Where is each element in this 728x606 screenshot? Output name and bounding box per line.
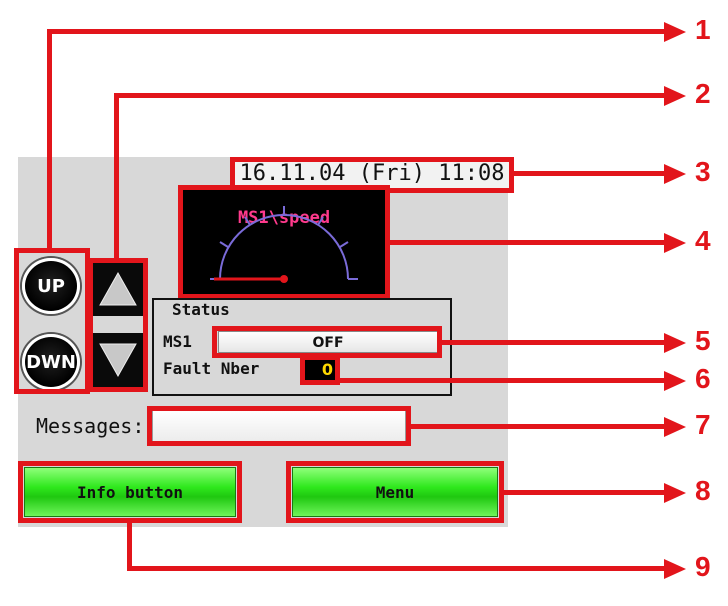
callout-number-1: 1 xyxy=(695,14,711,45)
callout-box-1 xyxy=(14,248,90,394)
fault-number-label: Fault Nber xyxy=(163,359,260,378)
arrow-head-7-icon xyxy=(664,417,686,437)
callout-box-5 xyxy=(212,326,442,358)
callout-box-8 xyxy=(286,461,504,523)
callout-number-6: 6 xyxy=(695,363,711,394)
callout-number-2: 2 xyxy=(695,78,711,109)
callout-line-2-vertical xyxy=(114,93,119,260)
callout-box-6 xyxy=(300,355,340,385)
arrow-head-6-icon xyxy=(664,371,686,391)
messages-label: Messages: xyxy=(36,414,145,438)
callout-box-7 xyxy=(147,406,411,446)
status-title: Status xyxy=(172,300,230,319)
arrow-head-2-icon xyxy=(664,86,686,106)
callout-line-9 xyxy=(127,566,667,571)
arrow-head-5-icon xyxy=(664,333,686,353)
arrow-head-1-icon xyxy=(664,22,686,42)
callout-line-1-vertical xyxy=(47,29,52,251)
callout-box-9 xyxy=(18,461,242,523)
callout-line-4 xyxy=(390,240,667,245)
callout-line-1 xyxy=(47,29,667,34)
callout-number-8: 8 xyxy=(695,475,711,506)
callout-number-4: 4 xyxy=(695,225,711,256)
arrow-head-8-icon xyxy=(664,483,686,503)
callout-number-9: 9 xyxy=(695,551,711,582)
callout-number-5: 5 xyxy=(695,325,711,356)
callout-number-3: 3 xyxy=(695,156,711,187)
arrow-head-4-icon xyxy=(664,233,686,253)
arrow-head-9-icon xyxy=(664,559,686,579)
callout-line-5 xyxy=(442,340,667,345)
callout-number-7: 7 xyxy=(695,409,711,440)
callout-line-9-vertical xyxy=(127,523,132,571)
callout-line-6 xyxy=(340,378,667,383)
callout-box-4 xyxy=(178,185,390,299)
callout-line-3 xyxy=(514,171,667,176)
callout-line-7 xyxy=(411,424,667,429)
ms1-label: MS1 xyxy=(163,332,192,351)
callout-line-8 xyxy=(504,490,667,495)
callout-box-2 xyxy=(88,258,148,392)
callout-line-2 xyxy=(114,93,667,98)
arrow-head-3-icon xyxy=(664,164,686,184)
